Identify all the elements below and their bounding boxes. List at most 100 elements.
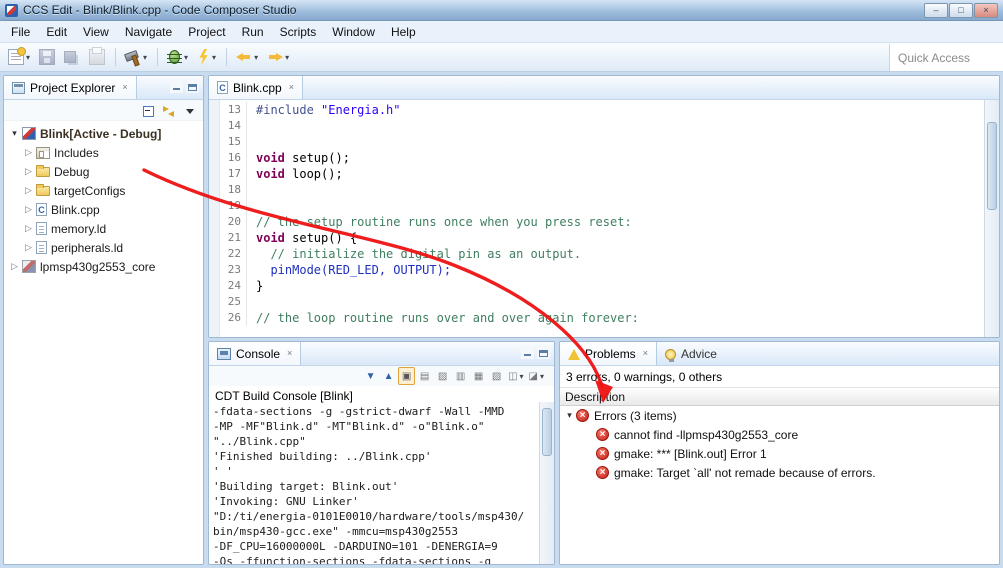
collapsed-arrow-icon[interactable]: ▷: [22, 204, 35, 215]
code-line-22[interactable]: 22 // initialize the digital pin as an o…: [220, 246, 984, 262]
tab-problems[interactable]: Problems ×: [560, 342, 657, 365]
quick-access-input[interactable]: [889, 44, 1003, 71]
code-line-17[interactable]: 17 void loop();: [220, 166, 984, 182]
code-line-21[interactable]: 21 void setup() {: [220, 230, 984, 246]
menu-help[interactable]: Help: [383, 22, 424, 42]
debug-button[interactable]: ▾: [163, 46, 192, 68]
console-header: Console ×: [209, 342, 554, 366]
scroll-lock-icon[interactable]: ▥: [452, 367, 469, 385]
close-button[interactable]: ×: [974, 2, 998, 18]
tree-item-label: Blink: [40, 126, 70, 141]
maximize-button[interactable]: □: [949, 2, 973, 18]
previous-error-icon[interactable]: ▲: [380, 367, 397, 385]
collapsed-arrow-icon[interactable]: ▷: [8, 261, 21, 272]
code-line-16[interactable]: 16 void setup();: [220, 150, 984, 166]
menu-navigate[interactable]: Navigate: [117, 22, 180, 42]
menu-run[interactable]: Run: [234, 22, 272, 42]
code-line-25[interactable]: 25: [220, 294, 984, 310]
tree-item-targetconfigs[interactable]: ▷ targetConfigs: [4, 181, 203, 200]
console-line: 'Building target: Blink.out': [213, 480, 399, 493]
expanded-arrow-icon[interactable]: ▾: [563, 410, 576, 421]
export-log-icon[interactable]: ▤: [416, 367, 433, 385]
tree-item-label: Debug: [54, 164, 90, 179]
console-line: -DF_CPU=16000000L -DARDUINO=101 -DENERGI…: [213, 540, 498, 553]
tab-console[interactable]: Console ×: [209, 342, 302, 365]
close-icon[interactable]: ×: [122, 83, 127, 92]
console-scrollbar[interactable]: [539, 402, 554, 564]
show-error-in-editor-icon[interactable]: ▣: [398, 367, 416, 385]
problem-row[interactable]: gmake: Target `all' not remade because o…: [560, 463, 999, 482]
tab-project-explorer[interactable]: Project Explorer ×: [4, 76, 137, 99]
code-line-23[interactable]: 23 pinMode(RED_LED, OUTPUT);: [220, 262, 984, 278]
maximize-view-button[interactable]: [537, 348, 550, 359]
code-line-13[interactable]: 13 #include "Energia.h": [220, 102, 984, 118]
code-line-19[interactable]: 19: [220, 198, 984, 214]
collapse-all-icon[interactable]: [139, 102, 156, 118]
menu-scripts[interactable]: Scripts: [272, 22, 325, 42]
code-editor[interactable]: 13 #include "Energia.h" 14 15 16 void setup()…: [209, 100, 999, 337]
open-console-icon[interactable]: ◪ ▾: [527, 367, 546, 385]
problems-icon: [568, 348, 580, 360]
problems-list: ▾ Errors (3 items) cannot find -llpmsp430g…: [560, 406, 999, 482]
ld-icon: [36, 241, 47, 254]
save-all-button: [60, 46, 84, 68]
code-line-15[interactable]: 15: [220, 134, 984, 150]
back-button[interactable]: ▾: [232, 46, 262, 68]
advice-icon: [664, 348, 676, 362]
close-icon[interactable]: ×: [287, 349, 292, 358]
collapsed-arrow-icon[interactable]: ▷: [22, 242, 35, 253]
editor-scrollbar[interactable]: [984, 100, 999, 337]
menu-window[interactable]: Window: [324, 22, 383, 42]
console-output[interactable]: -fdata-sections -g -gstrict-dwarf -Wall …: [213, 404, 538, 564]
problems-group-row[interactable]: ▾ Errors (3 items): [560, 406, 999, 425]
code-line-24[interactable]: 24}: [220, 278, 984, 294]
problem-row[interactable]: gmake: *** [Blink.out] Error 1: [560, 444, 999, 463]
tree-item-blink[interactable]: ▾ Blink [Active - Debug]: [4, 124, 203, 143]
menu-file[interactable]: File: [3, 22, 38, 42]
menu-edit[interactable]: Edit: [38, 22, 75, 42]
collapsed-arrow-icon[interactable]: ▷: [22, 166, 35, 177]
tree-item-debug[interactable]: ▷ Debug: [4, 162, 203, 181]
clear-console-icon[interactable]: ▨: [434, 367, 451, 385]
view-menu-icon[interactable]: [181, 102, 198, 118]
tree-item-includes[interactable]: ▷ Includes: [4, 143, 203, 162]
link-with-editor-icon[interactable]: [160, 102, 177, 118]
problem-row[interactable]: cannot find -llpmsp430g2553_core: [560, 425, 999, 444]
close-icon[interactable]: ×: [643, 349, 648, 358]
new-button[interactable]: ▾: [4, 46, 34, 68]
tree-item-lpmsp430g2553_core[interactable]: ▷ lpmsp430g2553_core: [4, 257, 203, 276]
tab-advice[interactable]: Advice: [657, 342, 725, 365]
column-header-description[interactable]: Description: [560, 387, 999, 406]
code-line-26[interactable]: 26 // the loop routine runs over and over…: [220, 310, 984, 326]
tab-blink-cpp[interactable]: Blink.cpp ×: [209, 76, 303, 99]
collapsed-arrow-icon[interactable]: ▷: [22, 223, 35, 234]
close-icon[interactable]: ×: [289, 83, 294, 92]
maximize-view-button[interactable]: [186, 82, 199, 93]
collapsed-arrow-icon[interactable]: ▷: [22, 185, 35, 196]
code-line-20[interactable]: 20 // the setup routine runs once when yo…: [220, 214, 984, 230]
minimize-button[interactable]: –: [924, 2, 948, 18]
word-wrap-icon[interactable]: ▦: [470, 367, 487, 385]
next-error-icon[interactable]: ▼: [362, 367, 379, 385]
pin-console-icon[interactable]: ▧: [488, 367, 505, 385]
tree-item-peripherals.ld[interactable]: ▷ peripherals.ld: [4, 238, 203, 257]
code-line-14[interactable]: 14: [220, 118, 984, 134]
menu-project[interactable]: Project: [180, 22, 233, 42]
collapsed-arrow-icon[interactable]: ▷: [22, 147, 35, 158]
code-line-18[interactable]: 18: [220, 182, 984, 198]
expanded-arrow-icon[interactable]: ▾: [8, 128, 21, 139]
forward-button[interactable]: ▾: [263, 46, 293, 68]
tree-item-memory.ld[interactable]: ▷ memory.ld: [4, 219, 203, 238]
tree-item-blink.cpp[interactable]: ▷ Blink.cpp: [4, 200, 203, 219]
line-number: 19: [220, 198, 247, 214]
code-text: void setup();: [256, 151, 350, 165]
minimize-view-button[interactable]: [521, 348, 534, 359]
build-button[interactable]: ▾: [121, 46, 151, 68]
code-text: #include "Energia.h": [256, 103, 401, 117]
display-console-icon[interactable]: ◫ ▾: [506, 367, 525, 385]
minimize-view-button[interactable]: [170, 82, 183, 93]
flash-button[interactable]: ▾: [193, 46, 220, 68]
menu-view[interactable]: View: [75, 22, 117, 42]
